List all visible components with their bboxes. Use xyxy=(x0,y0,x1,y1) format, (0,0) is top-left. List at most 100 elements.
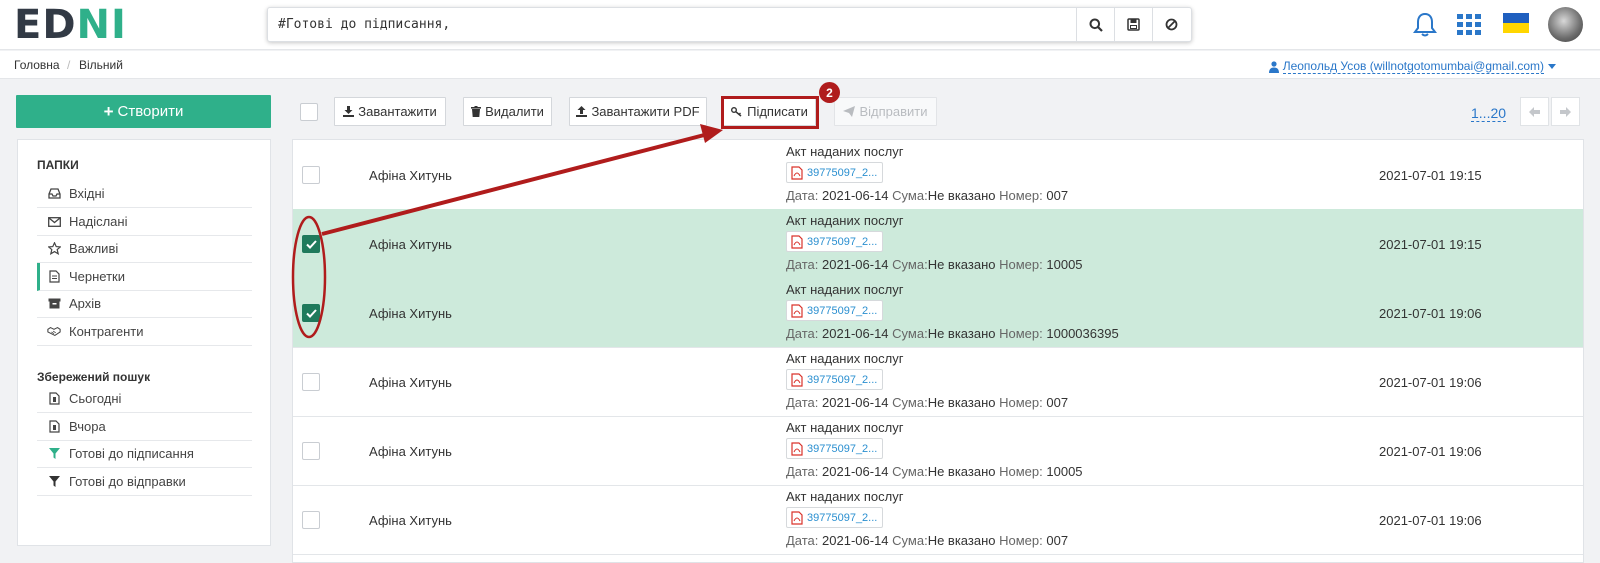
sidebar-item-drafts[interactable]: Чернетки xyxy=(37,263,252,291)
pagination-range[interactable]: 1...20 xyxy=(1471,105,1507,122)
table-row[interactable]: Афіна Хитунь Акт наданих послуг 39775097… xyxy=(293,416,1583,486)
document-date: 2021-06-14 xyxy=(822,257,889,272)
envelope-icon xyxy=(47,216,61,227)
file-attachment[interactable]: 39775097_2... xyxy=(786,438,883,459)
row-checkbox[interactable] xyxy=(302,511,320,529)
number-label: Номер: xyxy=(999,326,1043,341)
filter-icon xyxy=(48,448,60,459)
number-label: Номер: xyxy=(999,395,1043,410)
avatar[interactable] xyxy=(1548,7,1583,42)
table-row[interactable]: Афіна Хитунь Акт наданих послуг 39775097… xyxy=(293,209,1583,279)
caret-down-icon xyxy=(1548,64,1556,69)
row-datetime: 2021-07-01 19:15 xyxy=(1379,168,1482,183)
row-checkbox[interactable] xyxy=(302,373,320,391)
sidebar-item-archive[interactable]: Архів xyxy=(37,290,252,318)
document-type: Акт наданих послуг xyxy=(786,144,904,159)
row-checkbox[interactable] xyxy=(302,442,320,460)
prev-page-button[interactable] xyxy=(1520,97,1549,126)
file-name: 39775097_2... xyxy=(807,304,878,317)
saved-search-heading: Збережений пошук xyxy=(37,370,151,384)
file-attachment[interactable]: 39775097_2... xyxy=(786,300,883,321)
file-name: 39775097_2... xyxy=(807,166,878,179)
pdf-icon xyxy=(791,372,803,387)
document-sum: Не вказано xyxy=(927,188,996,203)
calendar-doc-icon xyxy=(48,392,60,405)
document-sum: Не вказано xyxy=(927,464,996,479)
date-label: Дата: xyxy=(786,326,819,341)
saved-search-ready-to-sign[interactable]: Готові до підписання xyxy=(37,440,252,468)
date-label: Дата: xyxy=(786,395,819,410)
row-checkbox[interactable] xyxy=(302,166,320,184)
delete-button[interactable]: Видалити xyxy=(463,97,552,126)
document-number: 007 xyxy=(1046,188,1069,203)
folders-heading: ПАПКИ xyxy=(37,158,79,172)
archive-icon xyxy=(48,298,60,309)
file-attachment[interactable]: 39775097_2... xyxy=(786,162,883,183)
user-icon xyxy=(1268,60,1279,73)
search-button[interactable] xyxy=(1076,8,1114,41)
file-attachment[interactable]: 39775097_2... xyxy=(786,231,883,252)
documents-table: Афіна Хитунь Акт наданих послуг 39775097… xyxy=(292,139,1584,563)
download-button[interactable]: Завантажити xyxy=(334,97,446,126)
clear-search-button[interactable] xyxy=(1152,8,1190,41)
handshake-icon xyxy=(47,326,61,337)
search-input[interactable] xyxy=(268,8,1058,41)
counterparty-name: Афіна Хитунь xyxy=(369,444,452,459)
document-date: 2021-06-14 xyxy=(822,326,889,341)
table-row[interactable]: Афіна Хитунь Акт наданих послуг 39775097… xyxy=(293,485,1583,555)
create-button-label: Створити xyxy=(117,103,184,120)
sidebar-item-inbox[interactable]: Вхідні xyxy=(37,180,252,208)
file-attachment[interactable]: 39775097_2... xyxy=(786,507,883,528)
date-label: Дата: xyxy=(786,464,819,479)
table-row[interactable]: Афіна Хитунь Акт наданих послуг 39775097… xyxy=(293,278,1583,348)
download-pdf-button[interactable]: Завантажити PDF xyxy=(569,97,707,126)
document-meta: Дата: 2021-06-14 Сума:Не вказано Номер: … xyxy=(786,326,1119,341)
edin-logo[interactable]: EDNI xyxy=(14,5,127,45)
bell-icon[interactable] xyxy=(1413,12,1437,38)
search-bar xyxy=(267,7,1192,42)
paper-plane-icon xyxy=(843,106,856,117)
row-datetime: 2021-07-01 19:15 xyxy=(1379,237,1482,252)
sidebar-item-label: Надіслані xyxy=(69,214,128,229)
save-search-button[interactable] xyxy=(1114,8,1152,41)
download-button-label: Завантажити xyxy=(358,104,437,119)
row-checkbox[interactable] xyxy=(302,304,320,322)
sidebar-item-label: Сьогодні xyxy=(69,391,122,406)
user-name: Леопольд Усов (willnotgotomumbai@gmail.c… xyxy=(1282,59,1544,74)
table-row[interactable]: Афіна Хитунь Акт наданих послуг 39775097… xyxy=(293,140,1583,210)
next-page-button[interactable] xyxy=(1551,97,1580,126)
file-attachment[interactable]: 39775097_2... xyxy=(786,369,883,390)
user-menu[interactable]: Леопольд Усов (willnotgotomumbai@gmail.c… xyxy=(1268,59,1556,74)
breadcrumb: Головна / Вільний Леопольд Усов (willnot… xyxy=(0,51,1600,79)
sidebar-item-label: Контрагенти xyxy=(69,324,144,339)
document-type: Акт наданих послуг xyxy=(786,213,904,228)
saved-search-yesterday[interactable]: Вчора xyxy=(37,413,252,441)
sum-label: Сума: xyxy=(892,533,928,548)
file-name: 39775097_2... xyxy=(807,511,878,524)
send-button[interactable]: Відправити xyxy=(834,97,937,126)
top-header: EDNI xyxy=(0,0,1600,50)
row-checkbox[interactable] xyxy=(302,235,320,253)
sidebar-item-sent[interactable]: Надіслані xyxy=(37,208,252,236)
breadcrumb-home-link[interactable]: Головна xyxy=(14,58,60,72)
document-number: 007 xyxy=(1046,533,1069,548)
select-all-checkbox[interactable] xyxy=(300,103,318,121)
sidebar-item-important[interactable]: Важливі xyxy=(37,235,252,263)
saved-search-today[interactable]: Сьогодні xyxy=(37,385,252,413)
file-name: 39775097_2... xyxy=(807,442,878,455)
row-datetime: 2021-07-01 19:06 xyxy=(1379,375,1482,390)
document-number: 1000036395 xyxy=(1046,326,1119,341)
ukraine-flag-icon[interactable] xyxy=(1503,13,1529,33)
sidebar-item-contractors[interactable]: Контрагенти xyxy=(37,318,252,346)
table-row[interactable]: Афіна Хитунь Акт наданих послуг 39775097… xyxy=(293,347,1583,417)
row-datetime: 2021-07-01 19:06 xyxy=(1379,306,1482,321)
document-meta: Дата: 2021-06-14 Сума:Не вказано Номер: … xyxy=(786,533,1068,548)
create-button[interactable]: + Створити xyxy=(16,95,271,128)
document-meta: Дата: 2021-06-14 Сума:Не вказано Номер: … xyxy=(786,188,1068,203)
apps-grid-icon[interactable] xyxy=(1457,14,1481,36)
pdf-icon xyxy=(791,234,803,249)
saved-search-ready-to-send[interactable]: Готові до відправки xyxy=(37,468,252,496)
sum-label: Сума: xyxy=(892,326,928,341)
document-type: Акт наданих послуг xyxy=(786,282,904,297)
document-sum: Не вказано xyxy=(927,326,996,341)
